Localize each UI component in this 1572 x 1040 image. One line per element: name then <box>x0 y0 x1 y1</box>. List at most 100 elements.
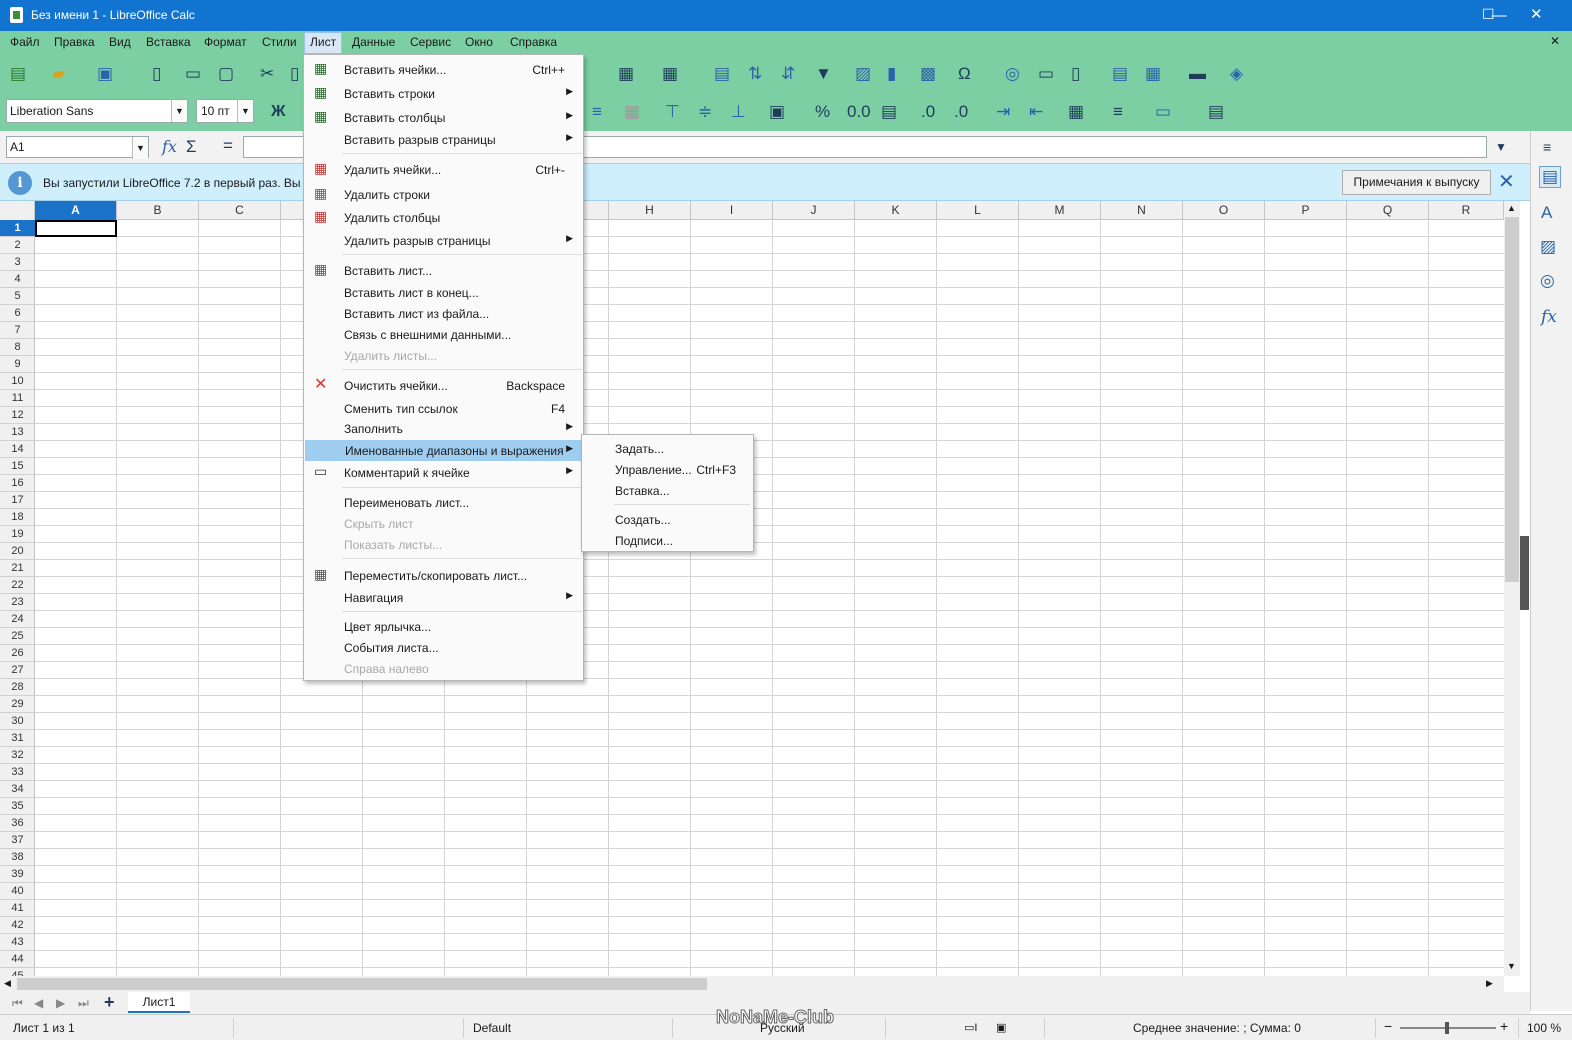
submenu-manage[interactable]: Управление... Ctrl+F3 <box>582 459 753 480</box>
row-header[interactable]: 43 <box>0 934 35 951</box>
show-draw-functions-icon[interactable]: ◈ <box>1230 64 1243 84</box>
chevron-down-icon[interactable]: ▼ <box>237 100 253 122</box>
row-header[interactable]: 20 <box>0 543 35 560</box>
close-window-button[interactable]: ✕ <box>1530 5 1543 23</box>
row-header[interactable]: 6 <box>0 305 35 322</box>
row-header[interactable]: 45 <box>0 968 35 976</box>
menu-toggle-reference-type[interactable]: Сменить тип ссылок F4 <box>304 398 583 419</box>
maximize-button[interactable]: ☐ <box>1482 6 1495 23</box>
row-header[interactable]: 16 <box>0 475 35 492</box>
align-top-icon[interactable]: ⊤ <box>665 102 680 122</box>
copy-icon[interactable]: ▯ <box>290 64 299 84</box>
sum-icon[interactable]: Σ <box>186 137 197 157</box>
open-folder-icon[interactable]: ▰ <box>52 64 65 84</box>
column-header-a[interactable]: A <box>35 201 117 220</box>
functions-icon[interactable]: fx <box>1541 307 1557 327</box>
row-header[interactable]: 11 <box>0 390 35 407</box>
chevron-down-icon[interactable]: ▼ <box>171 100 187 122</box>
menu-view[interactable]: Вид <box>109 35 131 49</box>
name-box[interactable]: A1 ▼ <box>6 136 149 159</box>
row-header[interactable]: 31 <box>0 730 35 747</box>
last-sheet-icon[interactable]: ⏭ <box>78 993 89 1013</box>
font-name-box[interactable]: Liberation Sans ▼ <box>6 99 188 123</box>
comment-icon[interactable]: ▭ <box>1038 64 1054 84</box>
menu-delete-columns[interactable]: ▦ Удалить столбцы <box>304 207 583 228</box>
scroll-left-icon[interactable]: ◀ <box>4 978 11 989</box>
row-header[interactable]: 21 <box>0 560 35 577</box>
row-header[interactable]: 4 <box>0 271 35 288</box>
merge-cells-icon[interactable]: ▦ <box>624 102 640 122</box>
font-size-box[interactable]: 10 пт ▼ <box>196 99 254 123</box>
column-header-q[interactable]: Q <box>1347 201 1429 220</box>
menu-insert-sheet[interactable]: ▦ Вставить лист... <box>304 260 583 281</box>
borders-icon[interactable]: ▦ <box>1068 102 1084 122</box>
print-icon[interactable]: ▭ <box>185 64 201 84</box>
column-header-o[interactable]: O <box>1183 201 1265 220</box>
row-header[interactable]: 32 <box>0 747 35 764</box>
delete-decimal-icon[interactable]: .0 <box>954 102 968 122</box>
horizontal-scrollbar[interactable]: ◀ ▶ <box>0 976 1504 992</box>
row-header[interactable]: 1 <box>0 220 35 237</box>
row-header[interactable]: 26 <box>0 645 35 662</box>
menu-sheet-events[interactable]: События листа... <box>304 637 583 658</box>
column-header-m[interactable]: M <box>1019 201 1101 220</box>
number-format-icon[interactable]: 0.0 <box>847 102 871 122</box>
percent-format-icon[interactable]: % <box>815 102 830 122</box>
row-header[interactable]: 40 <box>0 883 35 900</box>
menu-insert-cells[interactable]: ▦ Вставить ячейки... Ctrl++ <box>304 59 583 80</box>
menu-clear-cells[interactable]: ✕ Очистить ячейки... Backspace <box>304 375 583 396</box>
sort-descending-icon[interactable]: ⇵ <box>781 64 795 84</box>
vertical-scrollbar[interactable]: ▲ ▼ <box>1504 201 1520 976</box>
row-header[interactable]: 13 <box>0 424 35 441</box>
menu-edit[interactable]: Правка <box>54 35 95 49</box>
column-icon[interactable]: ▦ <box>662 64 678 84</box>
cell-area[interactable] <box>35 220 1504 976</box>
column-header-j[interactable]: J <box>773 201 855 220</box>
gallery-icon[interactable]: ▨ <box>1540 237 1556 257</box>
page-style[interactable]: Default <box>473 1021 511 1035</box>
row-header[interactable]: 35 <box>0 798 35 815</box>
row-header[interactable]: 34 <box>0 781 35 798</box>
row-header[interactable]: 24 <box>0 611 35 628</box>
menu-cell-comment[interactable]: ▭ Комментарий к ячейке ▶ <box>304 462 583 483</box>
border-color-icon[interactable]: ▭ <box>1155 102 1171 122</box>
menu-help[interactable]: Справка <box>510 35 557 49</box>
menu-rename-sheet[interactable]: Переименовать лист... <box>304 492 583 513</box>
expand-formula-icon[interactable]: ▼ <box>1495 137 1507 157</box>
row-header[interactable]: 33 <box>0 764 35 781</box>
border-style-icon[interactable]: ≡ <box>1113 102 1123 122</box>
column-header-h[interactable]: H <box>609 201 691 220</box>
column-header-c[interactable]: C <box>199 201 281 220</box>
sort-icon[interactable]: ▤ <box>714 64 730 84</box>
row-header[interactable]: 38 <box>0 849 35 866</box>
column-header-p[interactable]: P <box>1265 201 1347 220</box>
menu-navigate[interactable]: Навигация ▶ <box>304 587 583 608</box>
cell-cursor-a1[interactable] <box>35 220 117 237</box>
save-icon[interactable]: ▣ <box>97 64 113 84</box>
menu-delete-cells[interactable]: ▦ Удалить ячейки... Ctrl+- <box>304 159 583 180</box>
menu-insert-columns[interactable]: ▦ Вставить столбцы ▶ <box>304 107 583 128</box>
increase-indent-icon[interactable]: ⇥ <box>996 102 1010 122</box>
row-header[interactable]: 2 <box>0 237 35 254</box>
row-header[interactable]: 29 <box>0 696 35 713</box>
properties-icon[interactable]: ▤ <box>1539 166 1562 188</box>
release-notes-button[interactable]: Примечания к выпуску <box>1342 170 1491 195</box>
selection-mode-icon[interactable]: ▭I <box>964 1021 977 1034</box>
menu-delete-page-break[interactable]: Удалить разрыв страницы ▶ <box>304 230 583 251</box>
menu-tab-color[interactable]: Цвет ярлычка... <box>304 616 583 637</box>
row-header[interactable]: 10 <box>0 373 35 390</box>
zoom-in-button[interactable]: + <box>1500 1018 1508 1034</box>
sidebar-menu-icon[interactable]: ≡ <box>1543 137 1551 157</box>
row-header[interactable]: 22 <box>0 577 35 594</box>
horizontal-scroll-thumb[interactable] <box>17 978 707 990</box>
close-document-button[interactable]: ✕ <box>1550 34 1560 48</box>
formula-equals-icon[interactable]: = <box>223 136 233 156</box>
menu-named-ranges[interactable]: Именованные диапазоны и выражения ▶ <box>305 440 583 461</box>
menu-insert-page-break[interactable]: Вставить разрыв страницы ▶ <box>304 129 583 150</box>
row-header[interactable]: 36 <box>0 815 35 832</box>
zoom-out-button[interactable]: − <box>1384 1018 1392 1034</box>
menu-insert-rows[interactable]: ▦ Вставить строки ▶ <box>304 83 583 104</box>
navigator-icon[interactable]: ◎ <box>1540 271 1555 291</box>
row-header[interactable]: 25 <box>0 628 35 645</box>
define-print-area-icon[interactable]: ▤ <box>1112 64 1128 84</box>
